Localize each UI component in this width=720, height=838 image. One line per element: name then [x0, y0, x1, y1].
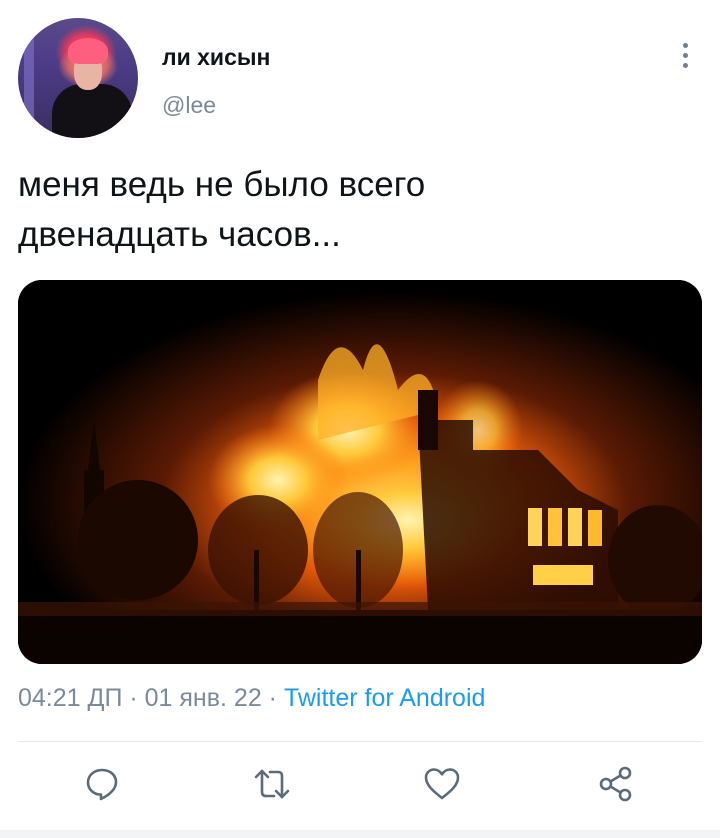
more-dot-icon — [682, 42, 688, 48]
retweet-button[interactable] — [248, 760, 296, 808]
house-fire-photo — [18, 280, 702, 664]
bottom-edge — [0, 830, 720, 838]
like-button[interactable] — [418, 760, 466, 808]
author-avatar[interactable] — [18, 18, 138, 138]
more-dot-icon — [682, 52, 688, 58]
reply-button[interactable] — [78, 760, 126, 808]
avatar-hair — [68, 38, 108, 64]
divider — [18, 741, 702, 742]
author-handle[interactable]: @lee — [162, 92, 216, 119]
more-dot-icon — [682, 62, 688, 68]
reply-icon — [86, 768, 118, 801]
heart-icon — [424, 768, 460, 800]
retweet-icon — [254, 769, 290, 799]
share-button[interactable] — [592, 760, 640, 808]
avatar-coat — [52, 84, 132, 138]
tweet-date[interactable]: 01 янв. 22 — [145, 684, 262, 712]
tweet-meta: 04:21 ДП · 01 янв. 22 · Twitter for Andr… — [18, 684, 485, 713]
meta-separator: · — [122, 684, 145, 712]
tweet-text: меня ведь не было всего двенадцать часов… — [18, 165, 426, 254]
tweet-source-link[interactable]: Twitter for Android — [284, 684, 485, 712]
share-icon — [599, 766, 632, 802]
author-display-name[interactable]: ли хисын — [162, 44, 270, 71]
tweet-time[interactable]: 04:21 ДП — [18, 684, 122, 712]
more-options-button[interactable] — [672, 40, 698, 70]
tweet-media-image[interactable] — [18, 280, 702, 664]
avatar-backdrop-stripe — [24, 18, 34, 138]
meta-separator: · — [261, 684, 284, 712]
